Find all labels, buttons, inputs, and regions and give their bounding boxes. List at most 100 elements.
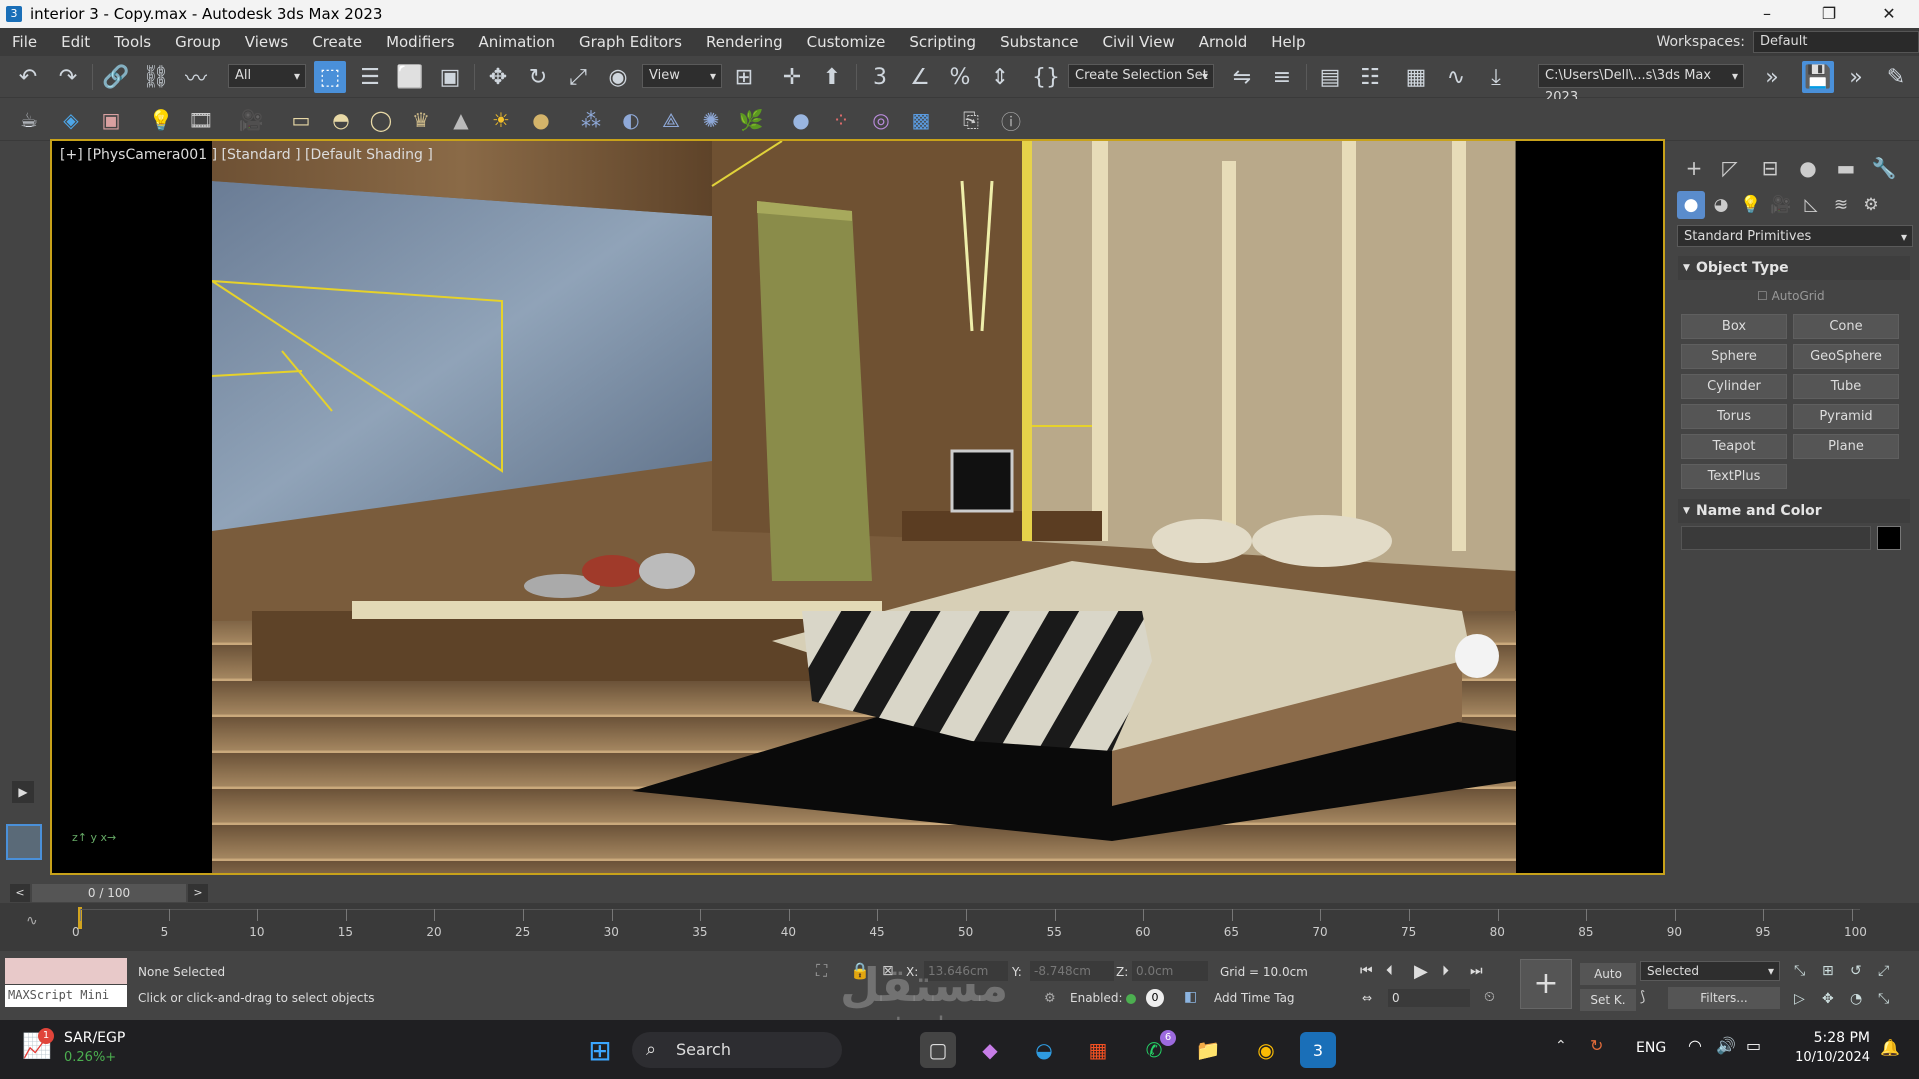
link-icon[interactable]: 🔗 — [100, 61, 132, 93]
walkthrough-icon[interactable]: ◔ — [1850, 991, 1862, 1007]
place-icon[interactable]: ◉ — [602, 61, 634, 93]
primitive-category-dropdown[interactable]: Standard Primitives — [1677, 225, 1913, 248]
undo-icon[interactable]: ↶ — [12, 61, 44, 93]
layer-explorer-icon[interactable]: ☷ — [1354, 61, 1386, 93]
menu-scripting[interactable]: Scripting — [897, 28, 988, 56]
geosphere-button[interactable]: GeoSphere — [1793, 344, 1899, 369]
taskbar-search-box[interactable]: ⌕ Search — [632, 1032, 842, 1068]
redo-icon[interactable]: ↷ — [52, 61, 84, 93]
mirror-icon[interactable]: ⇋ — [1226, 61, 1258, 93]
play-icon[interactable]: ▶ — [1414, 961, 1428, 982]
snaps-toggle-icon[interactable]: 3 — [864, 61, 896, 93]
render-region-icon[interactable]: ▩ — [906, 105, 936, 135]
time-slider-handle[interactable]: 0 / 100 — [32, 884, 186, 902]
curve-editor-icon[interactable]: ∿ — [1440, 61, 1472, 93]
maximize-viewport-icon[interactable]: ⤢ — [1878, 963, 1889, 979]
textplus-button[interactable]: TextPlus — [1681, 464, 1787, 489]
enabled-toggle[interactable]: 0 — [1146, 989, 1164, 1007]
currency-pair[interactable]: SAR/EGP — [64, 1030, 125, 1046]
percent-snap-icon[interactable]: % — [944, 61, 976, 93]
rectangular-selection-icon[interactable]: ⬜ — [394, 61, 426, 93]
workspace-dropdown[interactable]: Default — [1753, 31, 1919, 53]
create-tab-icon[interactable]: + — [1679, 153, 1709, 183]
box-button[interactable]: Box — [1681, 314, 1787, 339]
sphere-grid-icon[interactable]: ✺ — [696, 105, 726, 135]
sun-icon[interactable]: ☀ — [486, 105, 516, 135]
scene-converter-icon[interactable]: ⎘ — [956, 105, 986, 135]
add-time-tag[interactable]: Add Time Tag — [1214, 991, 1295, 1005]
scale-icon[interactable]: ⤢ — [562, 61, 594, 93]
menu-file[interactable]: File — [0, 28, 49, 56]
sphere-button[interactable]: Sphere — [1681, 344, 1787, 369]
render-icon[interactable]: ✎ — [1880, 61, 1912, 93]
motion-tab-icon[interactable]: ● — [1793, 153, 1823, 183]
menu-create[interactable]: Create — [300, 28, 374, 56]
current-frame-field[interactable]: 0 — [1388, 989, 1470, 1007]
curve-editor-mini-icon[interactable]: ∿ — [26, 913, 38, 929]
object-name-input[interactable] — [1681, 526, 1871, 550]
named-selection-set-dropdown[interactable]: Create Selection Set — [1068, 64, 1214, 88]
move-icon[interactable]: ✥ — [482, 61, 514, 93]
torus-button[interactable]: Torus — [1681, 404, 1787, 429]
cameras-icon[interactable]: 🎥 — [1767, 191, 1795, 219]
project-path-dropdown[interactable]: C:\Users\Dell\...s\3ds Max 2023 — [1538, 64, 1744, 105]
file-explorer-icon[interactable]: 📁 — [1190, 1032, 1226, 1068]
pyramid-icon[interactable]: ⟁ — [656, 105, 686, 135]
y-coordinate-field[interactable]: -8.748cm — [1030, 961, 1114, 981]
goto-end-icon[interactable]: ⏭ — [1470, 963, 1483, 979]
z-coordinate-field[interactable]: 0.0cm — [1132, 961, 1208, 981]
isolate-selection-icon[interactable]: ⛶ — [816, 961, 827, 981]
viewport-label[interactable]: [+] [PhysCamera001 ] [Standard ] [Defaul… — [60, 147, 433, 163]
select-manipulate-icon[interactable]: ✛ — [776, 61, 808, 93]
arnold-icon[interactable]: ◎ — [866, 105, 896, 135]
bind-space-warp-icon[interactable]: 〰 — [180, 61, 212, 93]
previous-frame-icon[interactable]: ⏴ — [1386, 963, 1393, 979]
set-key-button[interactable]: Set K. — [1580, 989, 1636, 1011]
menu-animation[interactable]: Animation — [467, 28, 567, 56]
expand-toolbar-icon[interactable]: » — [1840, 61, 1872, 93]
menu-substance[interactable]: Substance — [988, 28, 1090, 56]
menu-views[interactable]: Views — [233, 28, 300, 56]
maxscript-mini-input[interactable]: MAXScript Mini — [5, 985, 127, 1007]
pan-icon[interactable]: ✥ — [1822, 991, 1834, 1007]
goto-start-icon[interactable]: ⏮ — [1360, 963, 1373, 979]
ribbon-icon[interactable]: ▦ — [1400, 61, 1432, 93]
spinner-snap-icon[interactable]: ⇕ — [984, 61, 1016, 93]
utilities-tab-icon[interactable]: 🔧 — [1869, 153, 1899, 183]
windows-start-icon[interactable]: ⊞ — [582, 1032, 618, 1068]
window-crossing-icon[interactable]: ▣ — [434, 61, 466, 93]
render-setup-icon[interactable]: ◈ — [56, 105, 86, 135]
zoom-all-icon[interactable]: ⊞ — [1822, 963, 1834, 979]
key-mode-icon[interactable]: ⇔ — [1362, 991, 1372, 1005]
physical-camera-icon[interactable]: 🎥 — [236, 105, 266, 135]
camera-sequencer-icon[interactable]: 🎞 — [186, 105, 216, 135]
photometric-icon[interactable]: ♛ — [406, 105, 436, 135]
orbit-icon[interactable]: ↺ — [1850, 963, 1862, 979]
battery-icon[interactable]: ▭ — [1746, 1036, 1761, 1055]
edit-named-selection-icon[interactable]: {} — [1030, 61, 1062, 93]
menu-customize[interactable]: Customize — [795, 28, 898, 56]
tray-chevron-icon[interactable]: ⌃ — [1555, 1038, 1567, 1054]
teapot-icon[interactable]: ☕ — [14, 105, 44, 135]
plane-button[interactable]: Plane — [1793, 434, 1899, 459]
material-browser-icon[interactable]: ⁘ — [826, 105, 856, 135]
store-icon[interactable]: ▦ — [1080, 1032, 1116, 1068]
systems-icon[interactable]: ⚙ — [1857, 191, 1885, 219]
menu-arnold[interactable]: Arnold — [1187, 28, 1260, 56]
light-lister-icon[interactable]: 💡 — [146, 105, 176, 135]
plane-primitive-icon[interactable]: ▭ — [286, 105, 316, 135]
object-color-swatch[interactable] — [1877, 526, 1901, 550]
close-button[interactable]: ✕ — [1860, 0, 1918, 28]
scene-explorer-icon[interactable]: ▤ — [1314, 61, 1346, 93]
select-by-name-icon[interactable]: ☰ — [354, 61, 386, 93]
rotate-icon[interactable]: ↻ — [522, 61, 554, 93]
time-configuration-icon[interactable]: ⏲ — [1484, 989, 1495, 1005]
fov-icon[interactable]: ▷ — [1794, 991, 1805, 1007]
zoom-icon[interactable]: ⤡ — [1794, 963, 1805, 979]
tube-button[interactable]: Tube — [1793, 374, 1899, 399]
maxscript-listener-pink[interactable] — [5, 958, 127, 984]
pyramid-button[interactable]: Pyramid — [1793, 404, 1899, 429]
grid-scatter-icon[interactable]: ⁂ — [576, 105, 606, 135]
menu-edit[interactable]: Edit — [49, 28, 102, 56]
wifi-icon[interactable]: ◠ — [1688, 1036, 1702, 1055]
